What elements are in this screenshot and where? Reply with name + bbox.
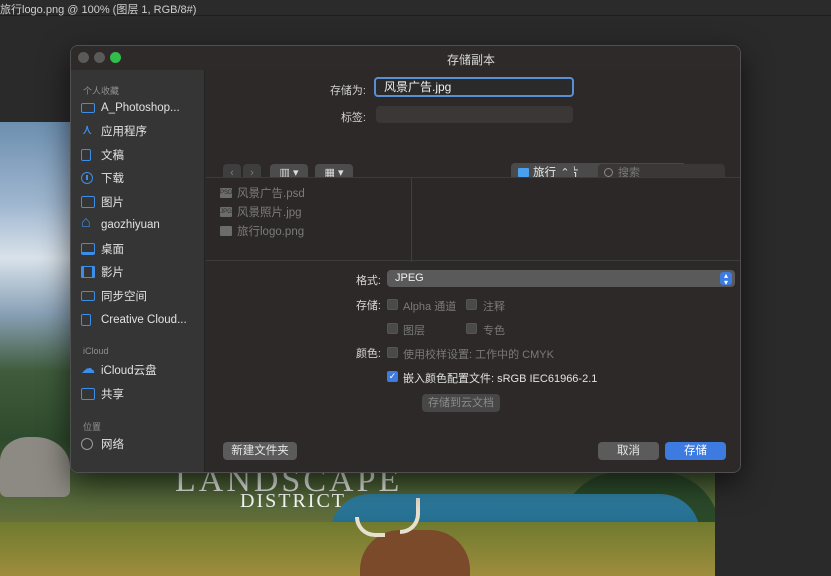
alpha-channel-label: Alpha 通道 — [403, 301, 457, 313]
canvas-subtitle: DISTRICT — [240, 490, 346, 512]
sidebar-section-locations: 位置 — [83, 422, 102, 432]
png-file-icon — [220, 226, 232, 236]
dialog-title: 存储副本 — [446, 53, 495, 67]
film-icon — [81, 266, 95, 278]
sidebar-item-label: 下载 — [101, 173, 124, 185]
layers-label: 图层 — [403, 325, 425, 337]
cloud-icon — [81, 360, 95, 377]
sidebar-section-icloud: iCloud — [83, 346, 109, 356]
globe-icon — [81, 438, 93, 450]
save-to-cloud-button[interactable]: 存储到云文档 — [422, 394, 500, 412]
new-folder-button[interactable]: 新建文件夹 — [223, 442, 297, 460]
tags-label: 标签: — [340, 112, 366, 124]
sidebar-item-applications[interactable]: 应用程序 — [81, 121, 203, 141]
sidebar-item-label: 共享 — [101, 389, 124, 401]
search-icon — [604, 168, 613, 177]
jpg-file-icon: JPG — [220, 207, 232, 217]
photo-icon — [81, 196, 95, 208]
folder-icon — [81, 291, 95, 301]
save-copy-dialog: 存储副本 个人收藏 A_Photoshop... 应用程序 文稿 下载 图片 g… — [70, 45, 741, 473]
sidebar-item-a-photoshop[interactable]: A_Photoshop... — [81, 98, 203, 118]
tags-input[interactable] — [376, 106, 573, 123]
document-icon — [81, 314, 91, 326]
file-name: 旅行logo.png — [237, 226, 305, 238]
file-name: 风景广告.psd — [237, 188, 305, 200]
sidebar-item-label: 应用程序 — [101, 126, 147, 138]
file-browser: PSD 风景广告.psd JPG 风景照片.jpg 旅行logo.png — [206, 177, 740, 262]
file-item[interactable]: PSD 风景广告.psd — [220, 185, 305, 201]
format-label: 格式: — [355, 275, 381, 287]
sidebar-item-label: 网络 — [101, 439, 124, 451]
sidebar-item-creative-cloud[interactable]: Creative Cloud... — [81, 310, 203, 330]
save-as-label: 存储为: — [329, 85, 366, 97]
sidebar-item-shared[interactable]: 共享 — [81, 384, 203, 404]
document-title: 旅行logo.png @ 100% (图层 1, RGB/8#) — [0, 4, 197, 16]
sidebar-item-icloud-drive[interactable]: iCloud云盘 — [81, 360, 203, 380]
finder-sidebar: 个人收藏 A_Photoshop... 应用程序 文稿 下载 图片 gaozhi… — [71, 70, 205, 472]
shared-folder-icon — [81, 388, 95, 400]
store-label: 存储: — [355, 300, 381, 312]
proof-setup-label: 使用校样设置: 工作中的 CMYK — [403, 349, 554, 361]
save-button[interactable]: 存储 — [665, 442, 726, 460]
psd-file-icon: PSD — [220, 188, 233, 198]
apps-icon — [81, 121, 95, 138]
document-icon — [81, 149, 91, 161]
cancel-button[interactable]: 取消 — [598, 442, 659, 460]
sidebar-item-network[interactable]: 网络 — [81, 434, 203, 454]
sidebar-item-label: 图片 — [101, 197, 124, 209]
dialog-titlebar: 存储副本 — [71, 46, 740, 70]
sidebar-item-home[interactable]: gaozhiyuan — [81, 215, 203, 235]
sidebar-item-label: 影片 — [101, 267, 124, 279]
sidebar-item-label: 文稿 — [101, 150, 124, 162]
sidebar-item-documents[interactable]: 文稿 — [81, 145, 203, 165]
file-name: 风景照片.jpg — [237, 207, 302, 219]
alpha-channel-checkbox[interactable] — [387, 299, 398, 310]
sidebar-item-downloads[interactable]: 下载 — [81, 168, 203, 188]
canvas-rock — [0, 437, 70, 497]
sidebar-item-label: iCloud云盘 — [101, 365, 157, 377]
save-panel: 存储为: 风景广告.jpg 标签: ‹ › ▥ ▾ ▦ ▾ 旅行图片 ▴▾ ⌃ … — [206, 70, 740, 472]
folder-icon — [518, 168, 529, 177]
photoshop-document-titlebar: 旅行logo.png @ 100% (图层 1, RGB/8#) — [0, 0, 831, 16]
spot-color-label: 专色 — [483, 325, 505, 337]
color-label: 颜色: — [355, 348, 381, 360]
file-item[interactable]: JPG 风景照片.jpg — [220, 204, 302, 220]
home-icon — [81, 215, 95, 232]
desktop-icon — [81, 243, 95, 255]
sidebar-section-favorites: 个人收藏 — [83, 86, 120, 96]
sidebar-item-movies[interactable]: 影片 — [81, 262, 203, 282]
save-as-input[interactable]: 风景广告.jpg — [374, 77, 574, 97]
spot-color-checkbox[interactable] — [466, 323, 477, 334]
embed-profile-label: 嵌入颜色配置文件: sRGB IEC61966-2.1 — [403, 373, 598, 385]
format-value: JPEG — [395, 272, 424, 284]
column-divider — [411, 178, 412, 262]
notes-label: 注释 — [483, 301, 505, 313]
sidebar-item-label: 同步空间 — [101, 291, 147, 303]
notes-checkbox[interactable] — [466, 299, 477, 310]
download-icon — [81, 172, 93, 184]
sidebar-item-desktop[interactable]: 桌面 — [81, 239, 203, 259]
sidebar-item-pictures[interactable]: 图片 — [81, 192, 203, 212]
chevron-updown-icon: ▴▾ — [720, 272, 732, 287]
sidebar-item-label: A_Photoshop... — [101, 102, 180, 114]
sidebar-item-sync-space[interactable]: 同步空间 — [81, 286, 203, 306]
sidebar-item-label: Creative Cloud... — [101, 314, 187, 326]
sidebar-item-label: gaozhiyuan — [101, 219, 160, 231]
file-item[interactable]: 旅行logo.png — [220, 223, 304, 239]
format-dropdown[interactable]: JPEG ▴ ▾ — [387, 270, 735, 287]
proof-setup-checkbox[interactable] — [387, 347, 398, 358]
canvas-meadow — [0, 522, 715, 576]
layers-checkbox[interactable] — [387, 323, 398, 334]
embed-profile-checkbox[interactable]: ✓ — [387, 371, 398, 382]
sidebar-item-label: 桌面 — [101, 244, 124, 256]
folder-icon — [81, 103, 95, 113]
